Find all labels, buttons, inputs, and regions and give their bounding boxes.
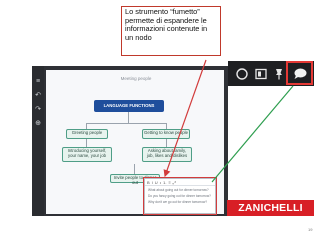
redo-icon[interactable]: ↷ — [34, 106, 42, 114]
connector — [134, 164, 135, 174]
node-getting-to-know-people[interactable]: Getting to know people — [142, 129, 190, 139]
node-introducing-yourself[interactable]: Introducing yourself, your name, your jo… — [62, 147, 112, 162]
callout-box: Lo strumento “fumetto” permette di espan… — [121, 6, 221, 56]
book-icon[interactable] — [252, 61, 270, 86]
tool-highlight-box — [286, 61, 313, 85]
editor-highlight-box — [143, 177, 217, 215]
left-rail: ≡ ↶ ↷ ⊕ — [32, 66, 44, 216]
page-number: 19 — [308, 227, 313, 232]
brand-logo: ZANICHELLI — [227, 200, 314, 216]
node-asking-about-family[interactable]: Asking about family, job, likes and disl… — [142, 147, 192, 162]
circle-icon[interactable] — [233, 61, 251, 86]
node-greeting-people[interactable]: Greeting people — [66, 129, 108, 139]
menu-icon[interactable]: ≡ — [34, 78, 42, 86]
connector — [86, 139, 87, 147]
undo-icon[interactable]: ↶ — [34, 92, 42, 100]
connector — [86, 123, 166, 124]
pin-icon[interactable] — [271, 61, 287, 86]
node-language-functions[interactable]: LANGUAGE FUNCTIONS — [94, 100, 164, 112]
connector — [166, 139, 167, 147]
callout-text: Lo strumento “fumetto” permette di espan… — [125, 7, 208, 43]
map-title: Meeting people — [120, 76, 152, 81]
share-icon[interactable]: ⊕ — [34, 120, 42, 128]
